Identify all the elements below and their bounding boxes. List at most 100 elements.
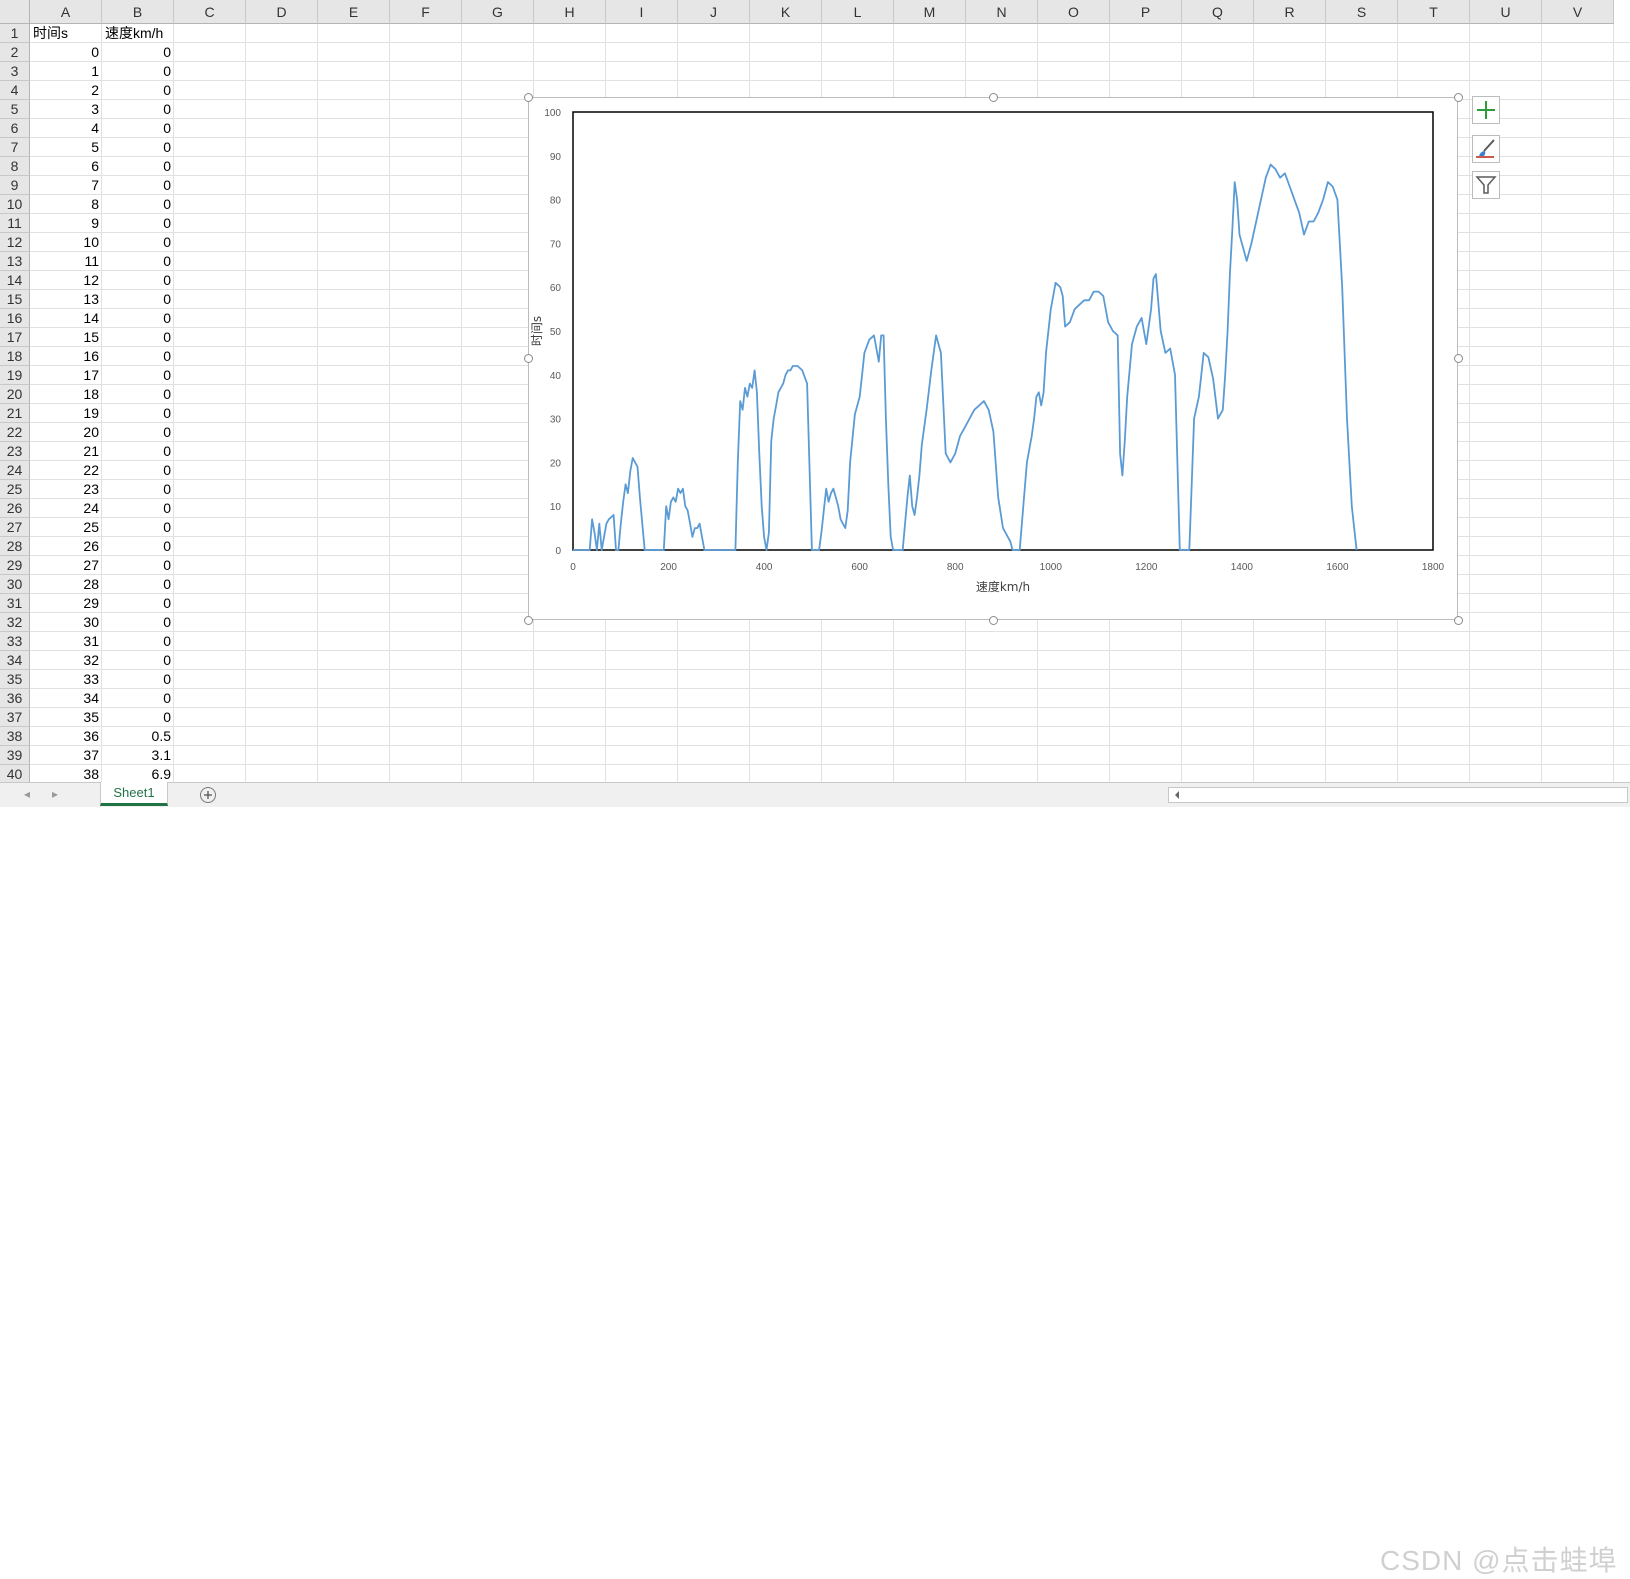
column-header-g[interactable]: G [462,0,534,24]
row-header-38[interactable]: 38 [0,727,30,746]
cell-a14[interactable]: 12 [30,271,102,289]
chart-elements-button[interactable] [1472,96,1500,124]
cell-a40[interactable]: 38 [30,765,102,782]
row-header-28[interactable]: 28 [0,537,30,556]
row-header-22[interactable]: 22 [0,423,30,442]
cell-a6[interactable]: 4 [30,119,102,137]
select-all-corner[interactable] [0,0,30,24]
cell-b8[interactable]: 0 [102,157,174,175]
column-header-e[interactable]: E [318,0,390,24]
cell-a9[interactable]: 7 [30,176,102,194]
cell-b13[interactable]: 0 [102,252,174,270]
column-header-t[interactable]: T [1398,0,1470,24]
horizontal-scrollbar[interactable] [1168,787,1628,803]
cell-b32[interactable]: 0 [102,613,174,631]
row-header-10[interactable]: 10 [0,195,30,214]
chart-resize-handle[interactable] [523,354,533,363]
cell-b20[interactable]: 0 [102,385,174,403]
cell-b30[interactable]: 0 [102,575,174,593]
cell-b26[interactable]: 0 [102,499,174,517]
row-header-23[interactable]: 23 [0,442,30,461]
row-header-7[interactable]: 7 [0,138,30,157]
cell-b37[interactable]: 0 [102,708,174,726]
row-header-12[interactable]: 12 [0,233,30,252]
cell-a7[interactable]: 5 [30,138,102,156]
row-header-9[interactable]: 9 [0,176,30,195]
column-header-q[interactable]: Q [1182,0,1254,24]
add-sheet-button[interactable] [200,787,216,803]
cell-a36[interactable]: 34 [30,689,102,707]
row-header-34[interactable]: 34 [0,651,30,670]
cell-a35[interactable]: 33 [30,670,102,688]
chart-resize-handle[interactable] [988,615,998,625]
column-header-v[interactable]: V [1542,0,1614,24]
cell-a21[interactable]: 19 [30,404,102,422]
cell-a17[interactable]: 15 [30,328,102,346]
row-header-13[interactable]: 13 [0,252,30,271]
cell-a1[interactable]: 时间s [30,24,102,42]
cell-a4[interactable]: 2 [30,81,102,99]
row-header-33[interactable]: 33 [0,632,30,651]
row-header-1[interactable]: 1 [0,24,30,43]
cell-b40[interactable]: 6.9 [102,765,174,782]
cell-a11[interactable]: 9 [30,214,102,232]
cell-b10[interactable]: 0 [102,195,174,213]
column-header-p[interactable]: P [1110,0,1182,24]
cell-a2[interactable]: 0 [30,43,102,61]
prev-sheet-arrow[interactable]: ◂ [24,787,30,801]
cell-b6[interactable]: 0 [102,119,174,137]
cell-a39[interactable]: 37 [30,746,102,764]
column-header-h[interactable]: H [534,0,606,24]
cell-a32[interactable]: 30 [30,613,102,631]
cell-b1[interactable]: 速度km/h [102,24,174,42]
column-header-o[interactable]: O [1038,0,1110,24]
chart-resize-handle[interactable] [988,92,998,102]
row-header-19[interactable]: 19 [0,366,30,385]
cell-a34[interactable]: 32 [30,651,102,669]
chart-filters-button[interactable] [1472,171,1500,199]
cell-a37[interactable]: 35 [30,708,102,726]
row-header-11[interactable]: 11 [0,214,30,233]
cell-b35[interactable]: 0 [102,670,174,688]
next-sheet-arrow[interactable]: ▸ [52,787,58,801]
row-header-26[interactable]: 26 [0,499,30,518]
cell-b4[interactable]: 0 [102,81,174,99]
row-header-24[interactable]: 24 [0,461,30,480]
cell-b27[interactable]: 0 [102,518,174,536]
column-header-b[interactable]: B [102,0,174,24]
cell-a13[interactable]: 11 [30,252,102,270]
column-header-a[interactable]: A [30,0,102,24]
row-header-40[interactable]: 40 [0,765,30,782]
cell-a28[interactable]: 26 [30,537,102,555]
cell-b16[interactable]: 0 [102,309,174,327]
row-header-15[interactable]: 15 [0,290,30,309]
column-header-s[interactable]: S [1326,0,1398,24]
cell-b36[interactable]: 0 [102,689,174,707]
chart-resize-handle[interactable] [523,615,533,625]
cell-a16[interactable]: 14 [30,309,102,327]
row-header-3[interactable]: 3 [0,62,30,81]
row-header-18[interactable]: 18 [0,347,30,366]
column-header-f[interactable]: F [390,0,462,24]
cell-b25[interactable]: 0 [102,480,174,498]
cell-b14[interactable]: 0 [102,271,174,289]
row-header-37[interactable]: 37 [0,708,30,727]
cell-b2[interactable]: 0 [102,43,174,61]
row-header-29[interactable]: 29 [0,556,30,575]
row-header-20[interactable]: 20 [0,385,30,404]
cell-b7[interactable]: 0 [102,138,174,156]
cell-b15[interactable]: 0 [102,290,174,308]
cell-b18[interactable]: 0 [102,347,174,365]
column-header-k[interactable]: K [750,0,822,24]
cell-a38[interactable]: 36 [30,727,102,745]
cell-b29[interactable]: 0 [102,556,174,574]
cell-a27[interactable]: 25 [30,518,102,536]
chart-resize-handle[interactable] [1453,92,1463,102]
row-header-6[interactable]: 6 [0,119,30,138]
cell-b28[interactable]: 0 [102,537,174,555]
cell-b3[interactable]: 0 [102,62,174,80]
column-header-m[interactable]: M [894,0,966,24]
row-header-30[interactable]: 30 [0,575,30,594]
cell-b19[interactable]: 0 [102,366,174,384]
column-header-i[interactable]: I [606,0,678,24]
